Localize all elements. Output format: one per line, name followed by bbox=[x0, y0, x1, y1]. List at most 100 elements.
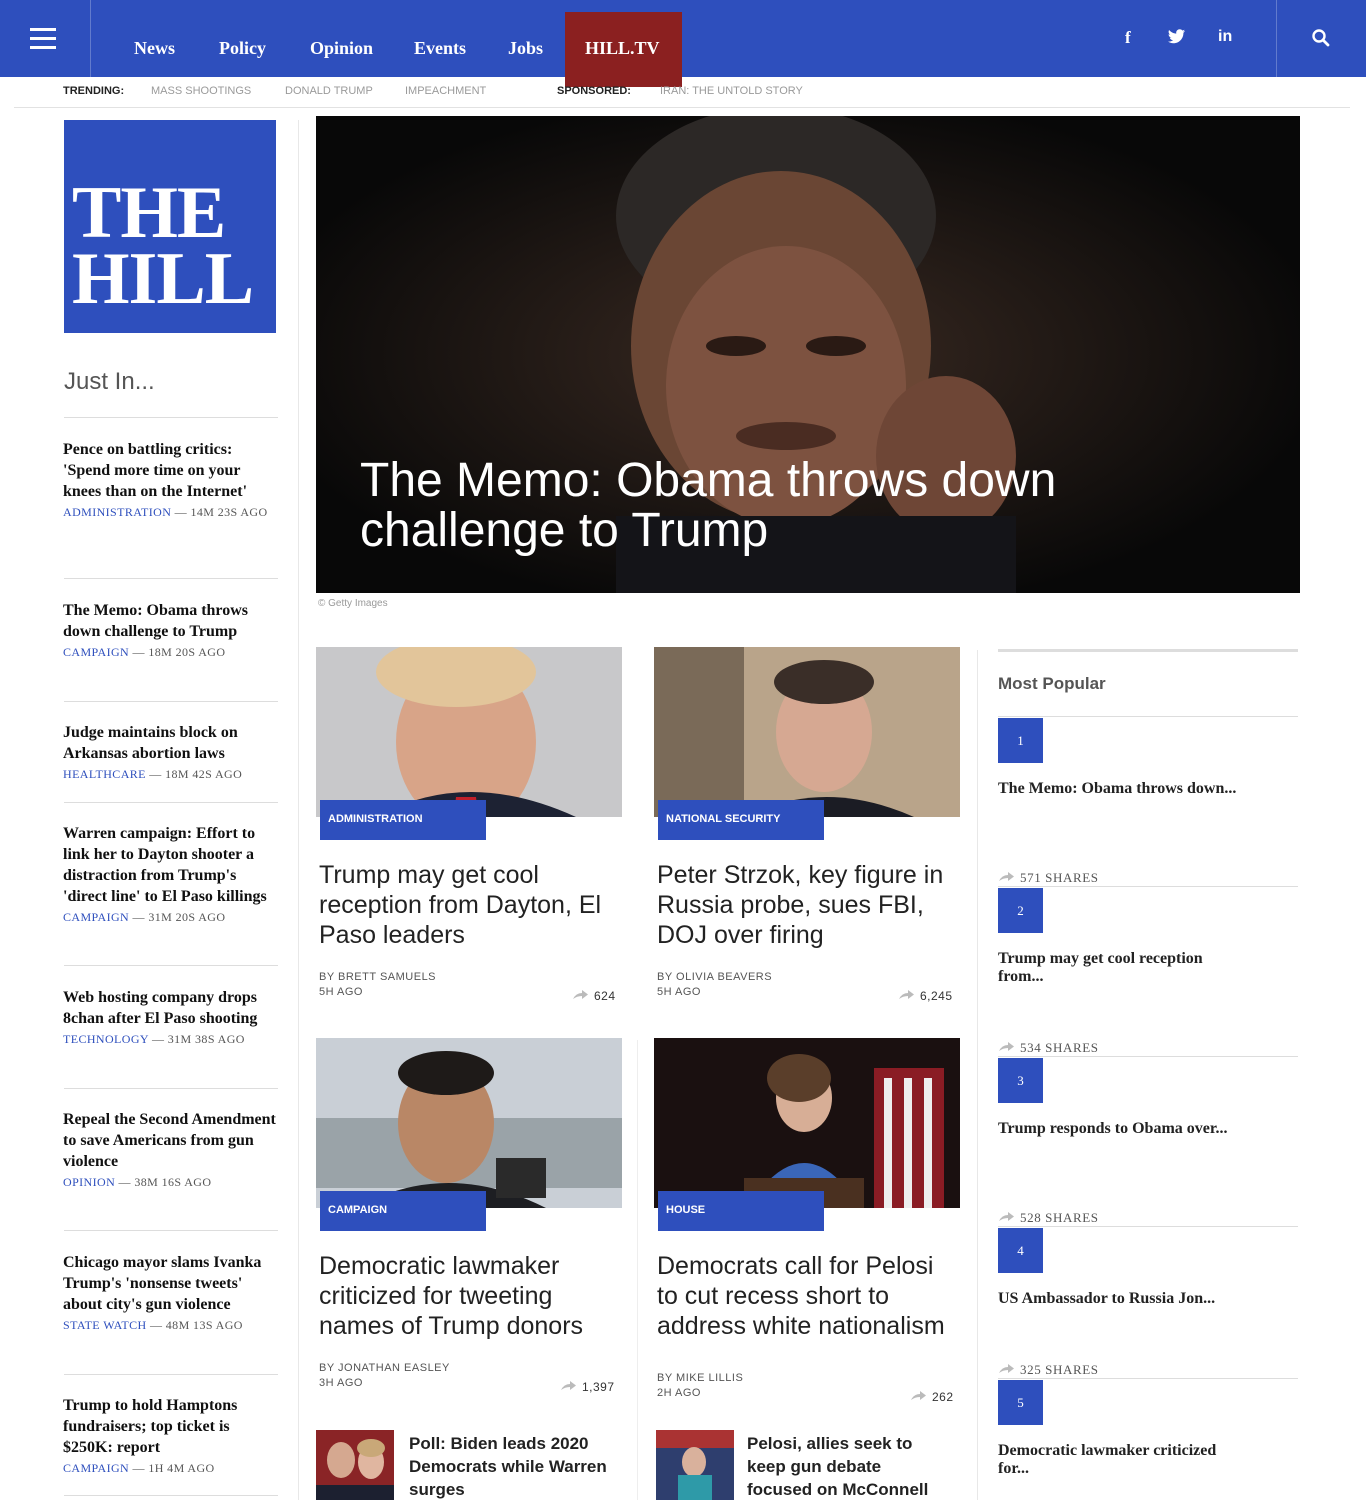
mini-story-image[interactable] bbox=[656, 1430, 734, 1500]
rank-badge: 2 bbox=[998, 888, 1043, 933]
just-in-story[interactable]: Judge maintains block on Arkansas aborti… bbox=[63, 722, 277, 782]
story-title[interactable]: Trump to hold Hamptons fundraisers; top … bbox=[63, 1395, 277, 1458]
share-arrow-icon bbox=[561, 1381, 576, 1390]
share-number: 6,245 bbox=[920, 989, 953, 1003]
popular-story-title[interactable]: Democratic lawmaker criticized for... bbox=[998, 1442, 1238, 1478]
story-time: — 38M 16S AGO bbox=[118, 1175, 212, 1189]
mini-story-image[interactable] bbox=[316, 1430, 394, 1500]
byline-author[interactable]: BY OLIVIA BEAVERS bbox=[657, 970, 772, 985]
popular-story-title[interactable]: Trump responds to Obama over... bbox=[998, 1120, 1238, 1138]
nav-link-opinion[interactable]: Opinion bbox=[310, 38, 373, 59]
popular-story-title[interactable]: US Ambassador to Russia Jon... bbox=[998, 1290, 1238, 1308]
byline-author[interactable]: BY BRETT SAMUELS bbox=[319, 970, 436, 985]
photo-credit: © Getty Images bbox=[318, 598, 388, 609]
divider bbox=[998, 1056, 1298, 1057]
divider bbox=[64, 1374, 278, 1375]
rank-badge: 3 bbox=[998, 1058, 1043, 1103]
story-title[interactable]: The Memo: Obama throws down challenge to… bbox=[63, 600, 277, 642]
nav-link-policy[interactable]: Policy bbox=[219, 38, 266, 59]
story-card-image[interactable]: CAMPAIGN bbox=[316, 1038, 622, 1235]
story-time: — 18M 20S AGO bbox=[132, 645, 226, 659]
nav-link-jobs[interactable]: Jobs bbox=[508, 38, 543, 59]
the-hill-logo[interactable]: THE HILL bbox=[64, 120, 276, 333]
story-title[interactable]: Pence on battling critics: 'Spend more t… bbox=[63, 439, 277, 502]
share-arrow-icon bbox=[899, 990, 914, 999]
search-icon[interactable] bbox=[1311, 28, 1331, 48]
byline-age: 3H AGO bbox=[319, 1377, 363, 1389]
category-badge[interactable]: CAMPAIGN bbox=[320, 1191, 486, 1231]
story-category[interactable]: HEALTHCARE bbox=[63, 767, 146, 781]
rank-badge: 1 bbox=[998, 718, 1043, 763]
story-card-title[interactable]: Democrats call for Pelosi to cut recess … bbox=[657, 1251, 957, 1341]
share-number: 262 bbox=[932, 1390, 954, 1404]
category-badge[interactable]: HOUSE bbox=[658, 1191, 824, 1231]
story-category[interactable]: CAMPAIGN bbox=[63, 645, 129, 659]
just-in-story[interactable]: The Memo: Obama throws down challenge to… bbox=[63, 600, 277, 660]
story-card-title[interactable]: Peter Strzok, key figure in Russia probe… bbox=[657, 860, 957, 950]
popular-story-title[interactable]: Trump may get cool reception from... bbox=[998, 950, 1238, 986]
category-badge[interactable]: NATIONAL SECURITY bbox=[658, 800, 824, 840]
share-arrow-icon bbox=[999, 1212, 1014, 1221]
story-category[interactable]: ADMINISTRATION bbox=[63, 505, 171, 519]
share-text: 571 SHARES bbox=[1020, 870, 1099, 885]
story-title[interactable]: Warren campaign: Effort to link her to D… bbox=[63, 823, 277, 907]
twitter-icon[interactable] bbox=[1168, 29, 1186, 45]
divider bbox=[998, 886, 1298, 887]
story-title[interactable]: Chicago mayor slams Ivanka Trump's 'nons… bbox=[63, 1252, 277, 1315]
share-text: 325 SHARES bbox=[1020, 1362, 1099, 1377]
column-divider bbox=[298, 120, 299, 1500]
story-category[interactable]: CAMPAIGN bbox=[63, 1461, 129, 1475]
linkedin-icon[interactable]: in bbox=[1218, 28, 1232, 46]
mini-story-title[interactable]: Pelosi, allies seek to keep gun debate f… bbox=[747, 1432, 947, 1500]
mini-story-title[interactable]: Poll: Biden leads 2020 Democrats while W… bbox=[409, 1432, 609, 1500]
byline-author[interactable]: BY MIKE LILLIS bbox=[657, 1371, 743, 1386]
just-in-story[interactable]: Trump to hold Hamptons fundraisers; top … bbox=[63, 1395, 277, 1476]
story-title[interactable]: Judge maintains block on Arkansas aborti… bbox=[63, 722, 277, 764]
trending-link[interactable]: DONALD TRUMP bbox=[285, 85, 373, 97]
just-in-heading: Just In... bbox=[64, 368, 155, 395]
share-count[interactable]: 6,245 bbox=[898, 989, 953, 1003]
nav-link-news[interactable]: News bbox=[134, 38, 175, 59]
hero-headline[interactable]: The Memo: Obama throws down challenge to… bbox=[360, 456, 1060, 556]
hilltv-label: HILL.TV bbox=[585, 38, 660, 58]
story-category[interactable]: CAMPAIGN bbox=[63, 910, 129, 924]
rank-badge: 4 bbox=[998, 1228, 1043, 1273]
story-card-title[interactable]: Trump may get cool reception from Dayton… bbox=[319, 860, 619, 950]
just-in-story[interactable]: Warren campaign: Effort to link her to D… bbox=[63, 823, 277, 925]
story-card-image[interactable]: ADMINISTRATION bbox=[316, 647, 622, 844]
story-title[interactable]: Repeal the Second Amendment to save Amer… bbox=[63, 1109, 277, 1172]
facebook-icon[interactable]: f bbox=[1125, 28, 1131, 48]
share-count[interactable]: 1,397 bbox=[560, 1380, 615, 1394]
trending-link[interactable]: IMPEACHMENT bbox=[405, 85, 486, 97]
divider bbox=[64, 417, 278, 418]
share-count[interactable]: 624 bbox=[572, 989, 616, 1003]
story-category[interactable]: OPINION bbox=[63, 1175, 115, 1189]
story-title[interactable]: Web hosting company drops 8chan after El… bbox=[63, 987, 277, 1029]
story-card-image[interactable]: NATIONAL SECURITY bbox=[654, 647, 960, 844]
story-time: — 31M 38S AGO bbox=[151, 1032, 245, 1046]
popular-share-count: 528 SHARES bbox=[998, 1210, 1099, 1226]
story-category[interactable]: TECHNOLOGY bbox=[63, 1032, 149, 1046]
sponsored-link[interactable]: IRAN: THE UNTOLD STORY bbox=[660, 85, 803, 97]
popular-story-title[interactable]: The Memo: Obama throws down... bbox=[998, 780, 1238, 798]
nav-divider bbox=[1276, 0, 1277, 77]
sponsored-label: SPONSORED: bbox=[557, 85, 631, 97]
hilltv-tab[interactable]: HILL.TV bbox=[565, 12, 682, 87]
story-category[interactable]: STATE WATCH bbox=[63, 1318, 147, 1332]
story-card-image[interactable]: HOUSE bbox=[654, 1038, 960, 1235]
just-in-story[interactable]: Repeal the Second Amendment to save Amer… bbox=[63, 1109, 277, 1190]
share-text: 534 SHARES bbox=[1020, 1040, 1099, 1055]
nav-divider bbox=[90, 0, 91, 77]
hero-story[interactable]: The Memo: Obama throws down challenge to… bbox=[316, 116, 1300, 593]
just-in-story[interactable]: Chicago mayor slams Ivanka Trump's 'nons… bbox=[63, 1252, 277, 1333]
just-in-story[interactable]: Pence on battling critics: 'Spend more t… bbox=[63, 439, 277, 520]
byline-author[interactable]: BY JONATHAN EASLEY bbox=[319, 1361, 450, 1376]
trending-link[interactable]: MASS SHOOTINGS bbox=[151, 85, 251, 97]
share-text: 528 SHARES bbox=[1020, 1210, 1099, 1225]
share-count[interactable]: 262 bbox=[910, 1390, 954, 1404]
story-card-title[interactable]: Democratic lawmaker criticized for tweet… bbox=[319, 1251, 619, 1341]
just-in-story[interactable]: Web hosting company drops 8chan after El… bbox=[63, 987, 277, 1047]
hamburger-menu-icon[interactable] bbox=[30, 28, 56, 50]
nav-link-events[interactable]: Events bbox=[414, 38, 466, 59]
category-badge[interactable]: ADMINISTRATION bbox=[320, 800, 486, 840]
